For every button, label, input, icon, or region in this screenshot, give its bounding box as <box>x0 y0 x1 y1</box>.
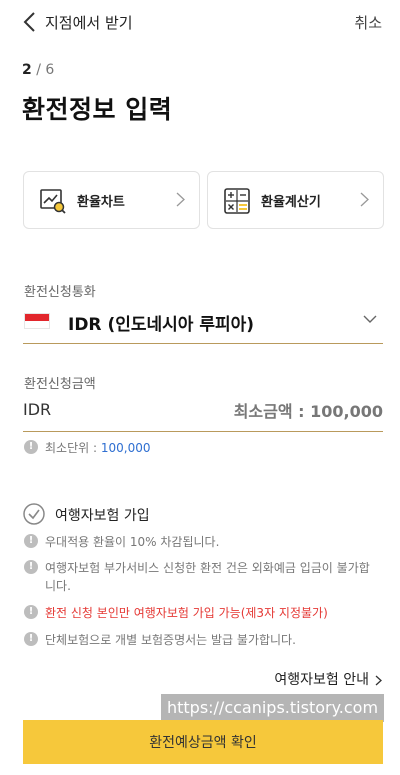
info-icon: ! <box>24 440 38 454</box>
notice-text: 환전 신청 본인만 여행자보험 가입 가능(제3자 지정불가) <box>45 606 328 620</box>
exchange-calculator-card[interactable]: 환율계산기 <box>207 171 384 229</box>
card-label: 환율차트 <box>77 195 125 210</box>
screen-title: 지점에서 받기 <box>45 14 133 32</box>
amount-label: 환전신청금액 <box>24 377 96 392</box>
watermark: https://ccanips.tistory.com <box>161 694 384 722</box>
check-circle-icon <box>23 503 45 525</box>
chevron-right-icon <box>176 192 185 207</box>
min-unit-label: 최소단위 : <box>45 441 101 455</box>
confirm-estimate-button[interactable]: 환전예상금액 확인 <box>23 720 383 764</box>
info-icon: ! <box>24 632 38 646</box>
page-title: 환전정보 입력 <box>22 95 173 124</box>
chevron-right-icon <box>375 675 382 685</box>
info-icon: ! <box>24 605 38 619</box>
notice-item: ! 단체보험으로 개별 보험증명서는 발급 불가합니다. <box>24 631 379 649</box>
indonesia-flag-icon <box>24 313 50 329</box>
notice-text: 단체보험으로 개별 보험증명서는 발급 불가합니다. <box>45 633 296 647</box>
step-total: 6 <box>45 62 55 78</box>
amount-field: IDR <box>23 396 383 432</box>
back-arrow-icon[interactable] <box>20 10 42 34</box>
top-bar: 지점에서 받기 취소 <box>0 0 400 44</box>
info-icon: ! <box>24 534 38 548</box>
step-current: 2 <box>22 62 32 78</box>
info-icon: ! <box>24 560 38 574</box>
min-unit-value: 100,000 <box>100 441 151 455</box>
cancel-button[interactable]: 취소 <box>354 12 382 33</box>
notice-text: 우대적용 환율이 10% 차감됩니다. <box>45 535 220 549</box>
step-indicator: 2 / 6 <box>22 62 54 78</box>
notice-text: 여행자보험 부가서비스 신청한 환전 건은 외화예금 입금이 불가합니다. <box>45 561 370 593</box>
currency-select[interactable]: IDR (인도네시아 루피아) <box>23 307 383 344</box>
chevron-down-icon <box>363 315 377 323</box>
card-label: 환율계산기 <box>261 195 321 210</box>
insurance-label: 여행자보험 가입 <box>55 508 150 524</box>
chevron-right-icon <box>360 192 369 207</box>
step-separator: / <box>36 62 41 78</box>
amount-input[interactable] <box>83 396 383 426</box>
currency-value: IDR (인도네시아 루피아) <box>68 315 255 335</box>
insurance-guide-link[interactable]: 여행자보험 안내 <box>274 669 382 689</box>
exchange-rate-chart-card[interactable]: 환율차트 <box>23 171 200 229</box>
min-unit-info: ! 최소단위 : 100,000 <box>24 439 150 457</box>
calculator-icon <box>224 188 250 214</box>
notice-item-warning: ! 환전 신청 본인만 여행자보험 가입 가능(제3자 지정불가) <box>24 604 379 622</box>
currency-label: 환전신청통화 <box>24 285 96 300</box>
guide-label: 여행자보험 안내 <box>274 672 369 688</box>
chart-magnifier-icon <box>40 189 66 214</box>
notice-item: ! 우대적용 환율이 10% 차감됩니다. <box>24 533 379 551</box>
notice-item: ! 여행자보험 부가서비스 신청한 환전 건은 외화예금 입금이 불가합니다. <box>24 559 379 595</box>
amount-currency-code: IDR <box>23 400 52 419</box>
